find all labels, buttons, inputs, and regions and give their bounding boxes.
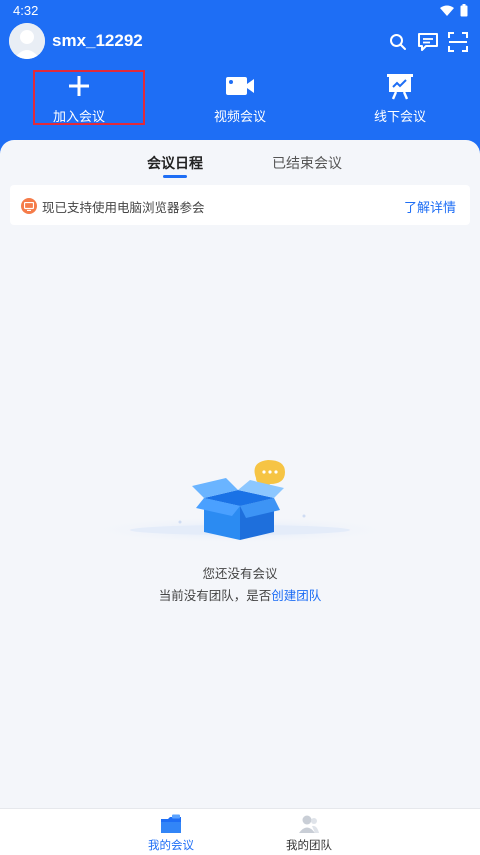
main-panel: 会议日程 已结束会议 现已支持使用电脑浏览器参会 了解详情 您还没有会议 当前没… <box>0 140 480 808</box>
nav-my-meetings-label: 我的会议 <box>148 838 194 852</box>
meeting-tabs: 会议日程 已结束会议 <box>0 140 480 184</box>
highlight-box <box>33 70 145 125</box>
search-icon[interactable] <box>384 28 412 56</box>
username[interactable]: smx_12292 <box>52 31 143 51</box>
meeting-folder-icon <box>161 814 181 833</box>
bottom-nav: 我的会议 我的团队 <box>0 808 480 855</box>
tab-ended-meetings[interactable]: 已结束会议 <box>272 153 342 173</box>
notice-text: 现已支持使用电脑浏览器参会 <box>42 200 205 215</box>
nav-my-team-label: 我的团队 <box>286 838 332 852</box>
empty-box-illustration <box>80 460 400 544</box>
wifi-icon <box>440 5 454 16</box>
scan-icon[interactable] <box>444 28 472 56</box>
monitor-icon <box>21 198 37 214</box>
message-icon[interactable] <box>414 28 442 56</box>
profile-bar: smx_12292 <box>0 22 480 62</box>
status-bar: 4:32 <box>0 0 480 22</box>
presentation-board-icon <box>387 74 413 100</box>
video-meeting-label: 视频会议 <box>213 110 266 125</box>
status-time: 4:32 <box>13 3 39 18</box>
nav-my-meetings[interactable]: 我的会议 <box>131 813 211 853</box>
header-actions <box>382 28 472 56</box>
learn-more-link[interactable]: 了解详情 <box>404 197 456 216</box>
team-person-icon <box>299 815 319 833</box>
offline-meeting-button[interactable]: 线下会议 <box>344 70 456 126</box>
nav-my-team[interactable]: 我的团队 <box>269 813 349 853</box>
empty-subtitle: 当前没有团队，是否创建团队 <box>0 585 480 604</box>
empty-subtitle-text: 当前没有团队，是否 <box>158 588 272 603</box>
status-icons <box>440 4 468 17</box>
empty-title: 您还没有会议 <box>202 566 278 581</box>
active-tab-indicator <box>163 175 187 178</box>
create-team-link[interactable]: 创建团队 <box>271 588 321 603</box>
avatar[interactable] <box>9 23 45 59</box>
offline-meeting-label: 线下会议 <box>373 110 426 125</box>
battery-icon <box>460 4 468 17</box>
notice-banner: 现已支持使用电脑浏览器参会 了解详情 <box>10 185 470 225</box>
video-camera-icon <box>226 77 254 95</box>
app-header: 4:32 smx_12292 加入会议 视频会议 线下会议 <box>0 0 480 160</box>
default-avatar-icon <box>9 23 45 59</box>
video-meeting-button[interactable]: 视频会议 <box>184 70 296 126</box>
tab-meeting-schedule[interactable]: 会议日程 <box>147 153 203 173</box>
